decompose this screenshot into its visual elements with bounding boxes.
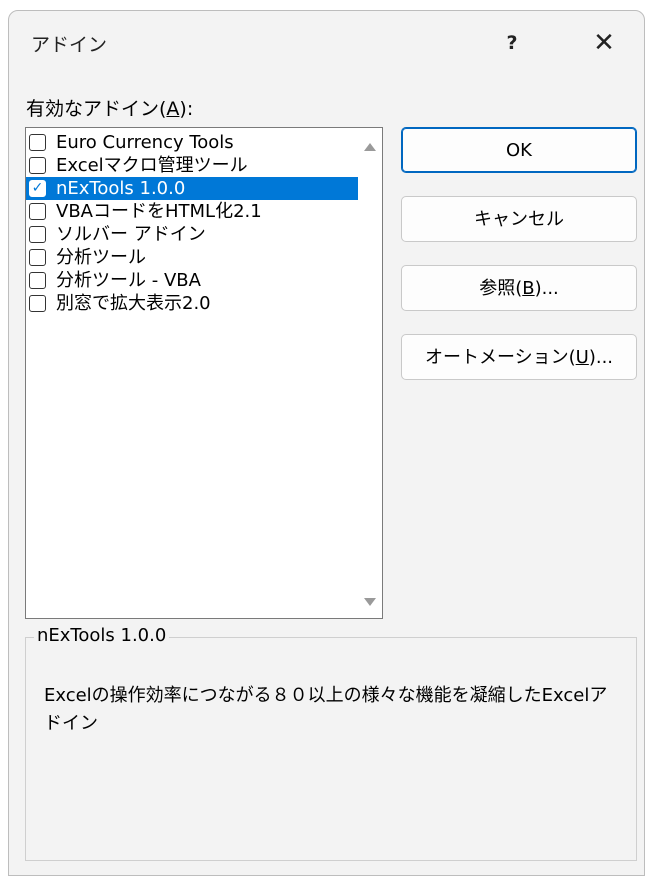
- list-item-label: nExTools 1.0.0: [56, 178, 186, 199]
- addins-items: Euro Currency Tools Excelマクロ管理ツール ✓ nExTool…: [26, 131, 358, 315]
- list-item[interactable]: Euro Currency Tools: [26, 131, 358, 154]
- list-item-label: 分析ツール - VBA: [56, 270, 201, 291]
- cancel-button[interactable]: キャンセル: [401, 196, 637, 242]
- list-item[interactable]: ソルバー アドイン: [26, 223, 358, 246]
- list-item-label: ソルバー アドイン: [56, 224, 206, 245]
- ok-button[interactable]: OK: [401, 127, 637, 173]
- scroll-up-arrow-icon[interactable]: [364, 143, 376, 151]
- addins-list-label: 有効なアドイン(A):: [26, 98, 194, 120]
- list-item[interactable]: 分析ツール - VBA: [26, 269, 358, 292]
- list-item-label: Euro Currency Tools: [56, 132, 234, 153]
- addin-name: nExTools 1.0.0: [34, 625, 170, 646]
- checkbox-icon[interactable]: [29, 226, 46, 243]
- addins-listbox[interactable]: Euro Currency Tools Excelマクロ管理ツール ✓ nExTool…: [25, 127, 383, 619]
- scrollbar[interactable]: [358, 128, 382, 618]
- checkbox-icon[interactable]: [29, 249, 46, 266]
- addin-description: Excelの操作効率につながる８０以上の様々な機能を凝縮したExcelアドイン: [44, 685, 608, 734]
- checkbox-icon[interactable]: [29, 157, 46, 174]
- checkbox-icon[interactable]: [29, 134, 46, 151]
- list-item[interactable]: 分析ツール: [26, 246, 358, 269]
- title-bar: アドイン ? ✕: [9, 11, 644, 71]
- help-button[interactable]: ?: [487, 25, 537, 61]
- list-item[interactable]: Excelマクロ管理ツール: [26, 154, 358, 177]
- automation-button[interactable]: オートメーション(U)...: [401, 334, 637, 380]
- browse-button[interactable]: 参照(B)...: [401, 265, 637, 311]
- list-item-label: VBAコードをHTML化2.1: [56, 201, 262, 222]
- list-item[interactable]: 別窓で拡大表示2.0: [26, 292, 358, 315]
- checkbox-icon[interactable]: [29, 203, 46, 220]
- list-item-label: 分析ツール: [56, 247, 146, 268]
- list-item-label: Excelマクロ管理ツール: [56, 155, 248, 176]
- list-item[interactable]: VBAコードをHTML化2.1: [26, 200, 358, 223]
- close-button[interactable]: ✕: [579, 25, 629, 61]
- checkbox-checked-icon[interactable]: ✓: [29, 180, 46, 197]
- list-item-label: 別窓で拡大表示2.0: [56, 293, 211, 314]
- dialog-title: アドイン: [31, 34, 108, 56]
- addin-details-group: nExTools 1.0.0 Excelの操作効率につながる８０以上の様々な機能…: [25, 625, 637, 861]
- checkbox-icon[interactable]: [29, 295, 46, 312]
- add-ins-dialog: アドイン ? ✕ 有効なアドイン(A): Euro Currency Tools…: [8, 10, 645, 876]
- list-item[interactable]: ✓ nExTools 1.0.0: [26, 177, 358, 200]
- checkbox-icon[interactable]: [29, 272, 46, 289]
- scroll-down-arrow-icon[interactable]: [364, 598, 376, 606]
